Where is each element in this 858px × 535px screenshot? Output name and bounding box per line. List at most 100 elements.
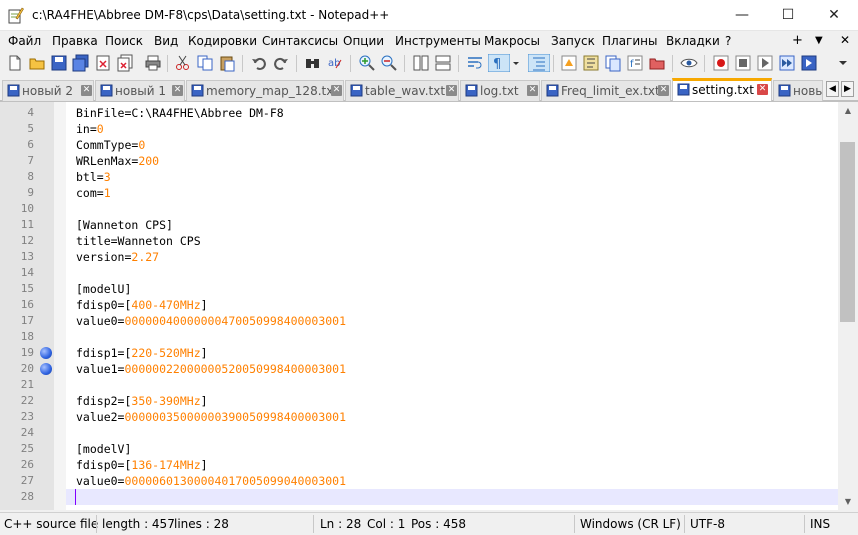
code-line[interactable] [66,425,838,441]
redo-icon[interactable] [272,54,290,72]
zoom-out-icon[interactable] [380,54,398,72]
status-encoding[interactable]: UTF-8 [690,517,725,531]
fold-margin[interactable] [54,102,66,510]
code-line[interactable] [66,265,838,281]
close-all-icon[interactable] [116,54,134,72]
close-document-button[interactable]: ✕ [840,33,850,47]
status-language[interactable]: C++ source file [4,517,98,531]
run-macro-multiple-icon[interactable] [778,54,796,72]
function-list-icon[interactable]: f [626,54,644,72]
folder-as-workspace-icon[interactable] [648,54,666,72]
menu-tools[interactable]: Инструменты [395,34,481,48]
tab-close-button[interactable]: ✕ [658,85,669,96]
bookmark-icon[interactable] [40,347,52,359]
close-icon[interactable] [94,54,112,72]
find-icon[interactable] [304,54,322,72]
paste-icon[interactable] [218,54,236,72]
tab-list-dropdown[interactable]: ▼ [815,35,823,46]
menu-edit[interactable]: Правка [52,34,98,48]
scroll-down-button[interactable]: ▼ [838,493,858,510]
code-line[interactable]: BinFile=C:\RA4FHE\Abbree DM-F8 [66,105,838,121]
code-line[interactable]: fdisp2=[350-390MHz] [66,393,838,409]
tab-close-button[interactable]: ✕ [81,85,92,96]
replace-icon[interactable]: ab [326,54,344,72]
cut-icon[interactable] [174,54,192,72]
code-line[interactable] [66,329,838,345]
menu-search[interactable]: Поиск [105,34,143,48]
bookmark-icon[interactable] [40,363,52,375]
editor-pane[interactable]: 4 5 6 7 8 9 10 11 12 13 14 15 16 17 18 19 20 21 22 23 24 25 26… [0,101,858,510]
menu-tabs[interactable]: Вкладки [666,34,720,48]
status-line-number[interactable]: Ln : 28 [320,517,361,531]
tab-setting[interactable]: setting.txt ✕ [672,78,772,101]
status-column[interactable]: Col : 1 [367,517,405,531]
code-line[interactable] [66,377,838,393]
menu-help[interactable]: ? [725,34,731,48]
zoom-in-icon[interactable] [358,54,376,72]
scroll-thumb[interactable] [840,142,855,322]
tab-table-wav[interactable]: table_wav.txt ✕ [345,80,459,101]
document-map-icon[interactable] [582,54,600,72]
status-position[interactable]: Pos : 458 [411,517,466,531]
menu-encoding[interactable]: Кодировки [188,34,257,48]
menu-syntax[interactable]: Синтаксисы [262,34,338,48]
code-line[interactable]: WRLenMax=200 [66,153,838,169]
playback-macro-icon[interactable] [756,54,774,72]
code-line[interactable]: version=2.27 [66,249,838,265]
code-line[interactable]: com=1 [66,185,838,201]
indent-guide-icon[interactable] [528,54,550,72]
menu-macros[interactable]: Макросы [484,34,540,48]
new-tab-button[interactable]: + [792,33,803,48]
menu-run[interactable]: Запуск [551,34,595,48]
sync-vertical-icon[interactable] [412,54,430,72]
status-eol[interactable]: Windows (CR LF) [580,517,681,531]
code-line[interactable]: fdisp0=[400-470MHz] [66,297,838,313]
code-line[interactable]: [modelV] [66,441,838,457]
undo-icon[interactable] [250,54,268,72]
code-line[interactable]: fdisp0=[136-174MHz] [66,457,838,473]
tab-new-2[interactable]: новый 2 ✕ [2,80,94,101]
code-line[interactable]: value2=00000035000000390050998400003001 [66,409,838,425]
code-line[interactable]: title=Wanneton CPS [66,233,838,249]
word-wrap-icon[interactable] [466,54,484,72]
open-file-icon[interactable] [28,54,46,72]
vertical-scrollbar[interactable]: ▲ ▼ [838,102,858,510]
print-icon[interactable] [144,54,162,72]
show-all-characters-icon[interactable]: ¶ [488,54,510,72]
save-macro-icon[interactable] [800,54,818,72]
menu-file[interactable]: Файл [8,34,41,48]
tab-close-button[interactable]: ✕ [527,85,538,96]
copy-icon[interactable] [196,54,214,72]
code-line[interactable] [66,489,838,505]
code-line[interactable]: value0=00000601300004017005099040003001 [66,473,838,489]
toolbar-overflow-icon[interactable] [834,54,852,72]
save-all-icon[interactable] [72,54,90,72]
save-icon[interactable] [50,54,68,72]
sync-horizontal-icon[interactable] [434,54,452,72]
tab-close-button[interactable]: ✕ [757,84,768,95]
code-line[interactable]: fdisp1=[220-520MHz] [66,345,838,361]
monitoring-eye-icon[interactable] [680,54,698,72]
minimize-button[interactable]: — [719,0,765,31]
tab-scroll-left-button[interactable]: ◀ [826,81,839,97]
tab-close-button[interactable]: ✕ [172,85,183,96]
user-defined-language-icon[interactable] [560,54,578,72]
new-file-icon[interactable] [6,54,24,72]
chevron-down-icon[interactable] [511,54,521,72]
tab-close-button[interactable]: ✕ [331,85,342,96]
maximize-button[interactable]: ☐ [765,0,811,31]
tab-new-1[interactable]: новый 1 ✕ [95,80,185,101]
code-line[interactable]: [Wanneton CPS] [66,217,838,233]
code-line[interactable]: value1=00000022000000520050998400003001 [66,361,838,377]
status-insert-mode[interactable]: INS [810,517,830,531]
menu-options[interactable]: Опции [343,34,384,48]
tab-memory-map[interactable]: memory_map_128.txt ✕ [186,80,344,101]
menu-view[interactable]: Вид [154,34,178,48]
tab-close-button[interactable]: ✕ [446,85,457,96]
tab-log[interactable]: log.txt ✕ [460,80,540,101]
code-line[interactable]: value0=00000040000000470050998400003001 [66,313,838,329]
document-list-icon[interactable] [604,54,622,72]
code-area[interactable]: BinFile=C:\RA4FHE\Abbree DM-F8 in=0 CommTy… [66,102,838,510]
close-window-button[interactable]: ✕ [811,0,857,31]
scroll-up-button[interactable]: ▲ [838,102,858,119]
